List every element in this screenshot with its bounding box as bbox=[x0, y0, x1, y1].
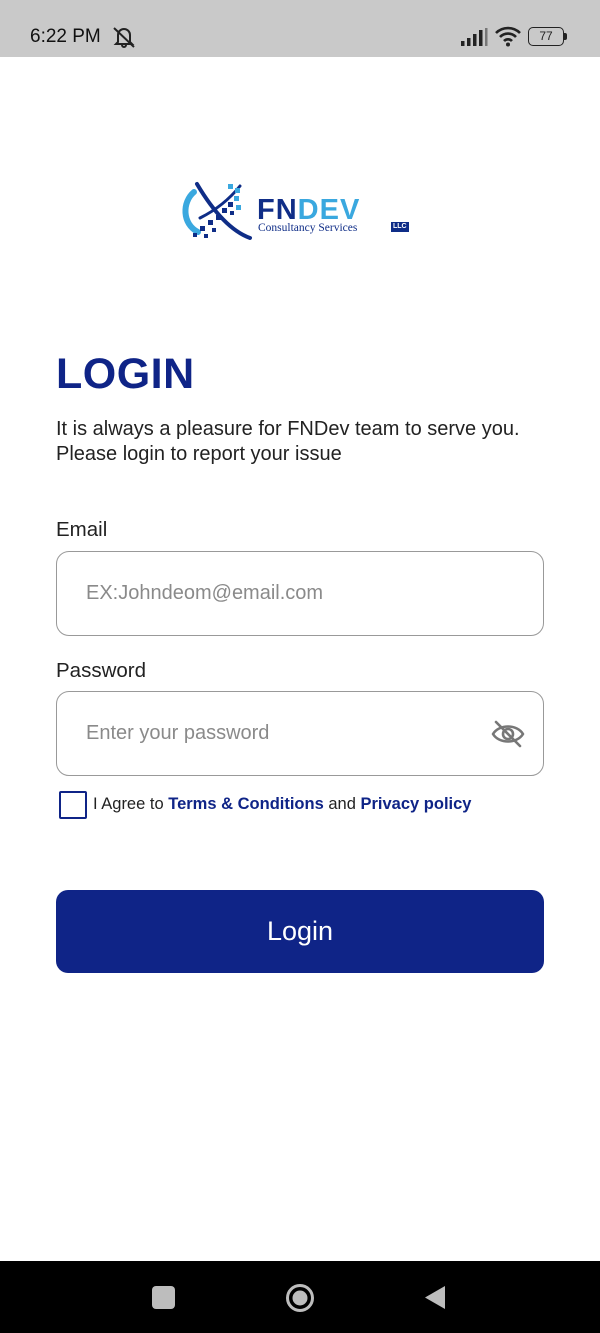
status-time: 6:22 PM bbox=[30, 26, 101, 47]
email-label: Email bbox=[56, 518, 108, 541]
logo-mark-icon bbox=[182, 182, 252, 240]
terms-link[interactable]: Terms & Conditions bbox=[168, 795, 324, 813]
agree-checkbox[interactable] bbox=[59, 791, 87, 819]
wifi-icon bbox=[495, 26, 521, 47]
privacy-link[interactable]: Privacy policy bbox=[361, 795, 472, 813]
terms-agreement-row: I Agree to Terms & Conditions and Privac… bbox=[58, 790, 538, 820]
agree-and: and bbox=[328, 795, 356, 813]
company-logo: FNDEV Consultancy Services LLC bbox=[180, 178, 420, 244]
eye-off-icon[interactable] bbox=[490, 719, 526, 749]
agree-text: I Agree to Terms & Conditions and Privac… bbox=[93, 795, 471, 814]
email-field-box bbox=[56, 551, 544, 636]
password-field-box bbox=[56, 691, 544, 776]
page-title: LOGIN bbox=[56, 350, 195, 398]
signal-icon bbox=[461, 28, 488, 46]
login-button[interactable]: Login bbox=[56, 890, 544, 973]
navigation-bar bbox=[0, 1261, 600, 1333]
battery-tip bbox=[564, 33, 567, 40]
agree-prefix: I Agree to bbox=[93, 795, 164, 813]
logo-subtitle: Consultancy Services bbox=[258, 222, 358, 234]
email-input[interactable] bbox=[86, 552, 476, 634]
home-icon[interactable] bbox=[285, 1283, 315, 1313]
recent-apps-icon[interactable] bbox=[152, 1286, 175, 1309]
battery-icon: 77 bbox=[528, 27, 568, 46]
password-input[interactable] bbox=[86, 692, 476, 774]
mute-icon bbox=[113, 27, 135, 48]
logo-llc-badge: LLC bbox=[391, 222, 409, 232]
page-subtitle: It is always a pleasure for FNDev team t… bbox=[56, 418, 520, 465]
status-bar: 6:22 PM 77 bbox=[0, 0, 600, 57]
back-icon[interactable] bbox=[423, 1284, 447, 1311]
password-label: Password bbox=[56, 659, 147, 682]
battery-level: 77 bbox=[528, 27, 564, 46]
